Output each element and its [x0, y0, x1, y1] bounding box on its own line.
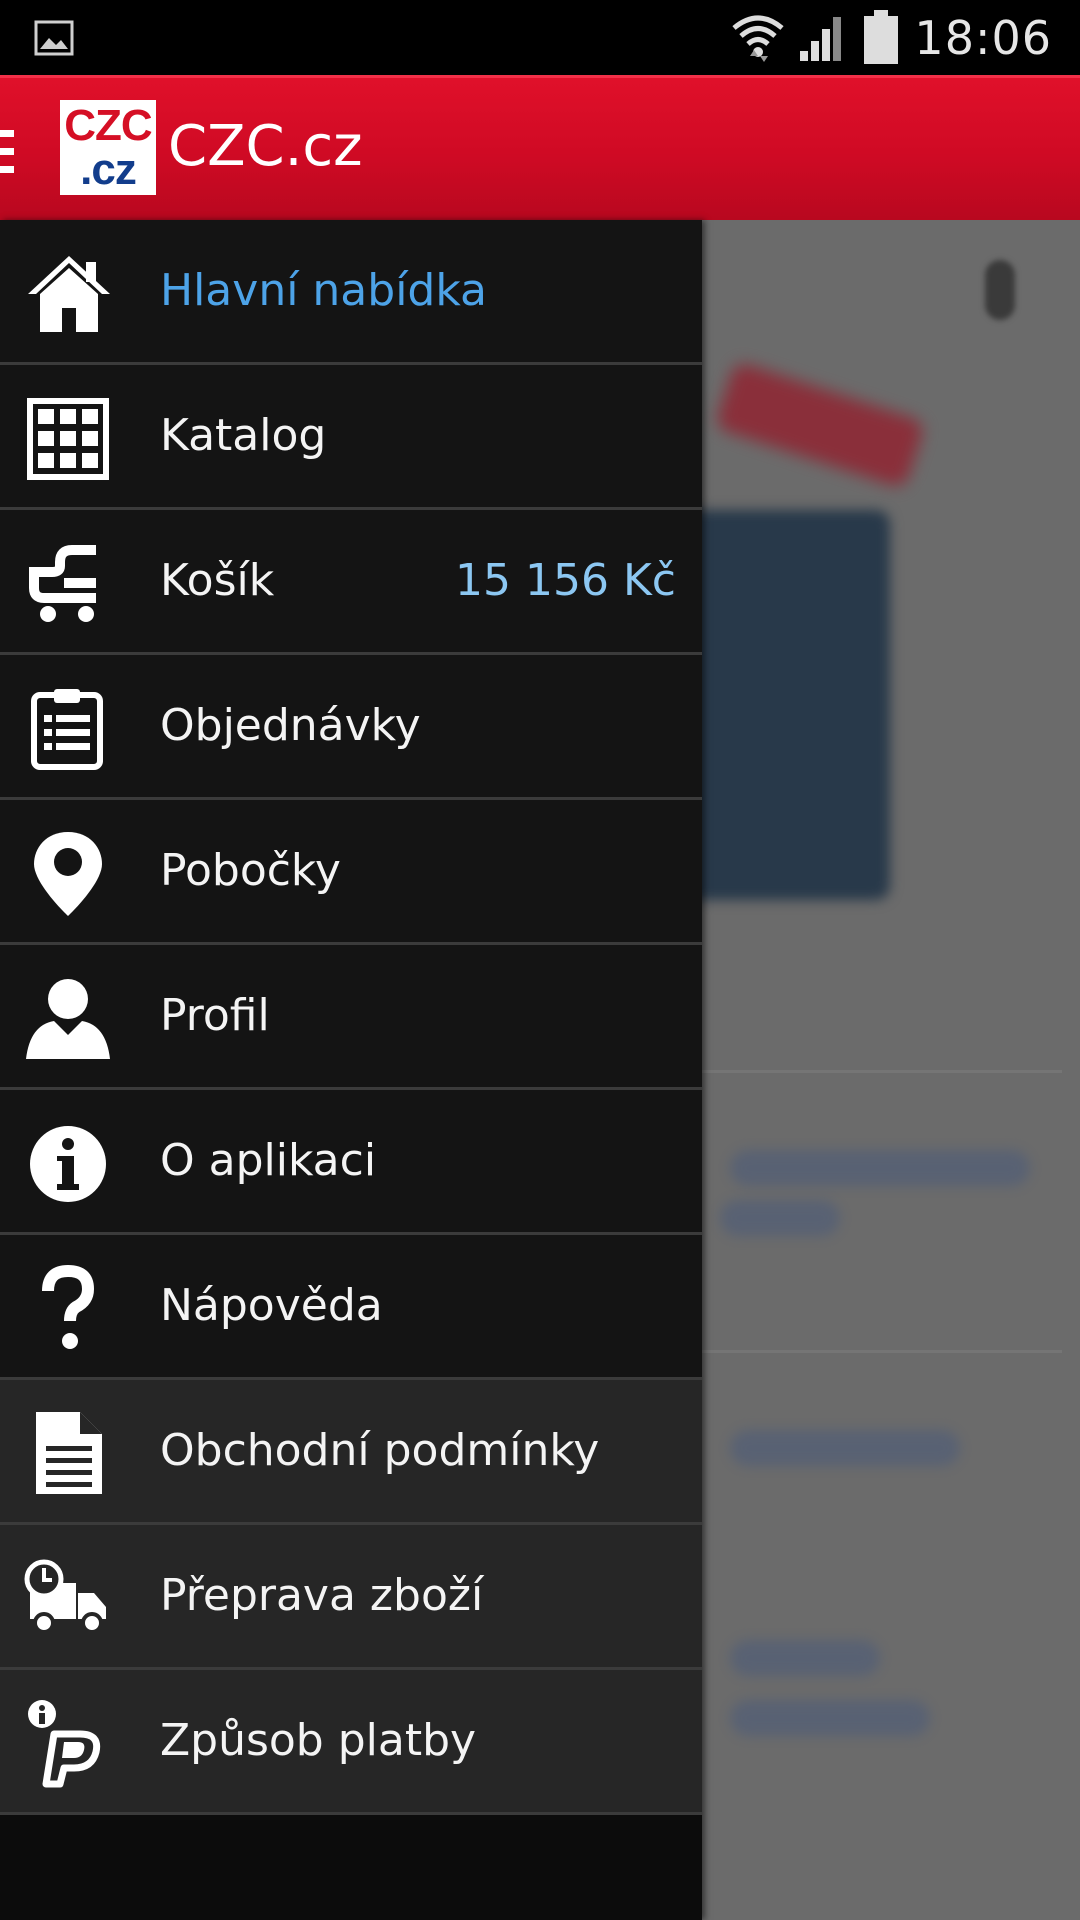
app-bar: CZC .cz CZC.cz	[0, 75, 1080, 220]
delivery-truck-icon	[24, 1559, 106, 1634]
background-text-line	[730, 1640, 880, 1676]
background-badge	[714, 360, 926, 490]
status-time: 18:06	[914, 10, 1052, 65]
grid-icon	[27, 398, 109, 480]
drawer-item-label: Obchodní podmínky	[160, 1425, 600, 1476]
wifi-icon	[732, 15, 785, 62]
drawer-item-branches[interactable]: Pobočky	[0, 800, 702, 945]
clipboard-icon	[31, 689, 103, 770]
payment-icon	[28, 1700, 101, 1788]
background-text-line	[730, 1700, 930, 1736]
home-icon	[28, 256, 110, 332]
drawer-item-profile[interactable]: Profil	[0, 945, 702, 1090]
signal-icon	[800, 16, 842, 61]
drawer-item-cart[interactable]: Košík 15 156 Kč	[0, 510, 702, 655]
drawer-item-label: Způsob platby	[160, 1715, 477, 1766]
image-notification-icon	[34, 20, 74, 56]
drawer-item-catalog[interactable]: Katalog	[0, 365, 702, 510]
drawer-toggle-icon[interactable]	[0, 130, 14, 174]
status-bar: 18:06	[0, 0, 1080, 75]
cart-icon	[29, 545, 96, 622]
battery-icon	[864, 9, 899, 64]
drawer-item-label: Hlavní nabídka	[160, 265, 488, 316]
drawer-item-shipping[interactable]: Přeprava zboží	[0, 1525, 702, 1670]
drawer-item-home[interactable]: Hlavní nabídka	[0, 220, 702, 365]
help-icon	[42, 1264, 95, 1349]
cart-total: 15 156 Kč	[455, 555, 676, 606]
drawer-item-label: Objednávky	[160, 700, 421, 751]
drawer-item-orders[interactable]: Objednávky	[0, 655, 702, 800]
drawer-item-label: Katalog	[160, 410, 327, 461]
background-divider	[702, 1350, 1062, 1353]
drawer-item-about[interactable]: O aplikaci	[0, 1090, 702, 1235]
background-divider	[702, 1070, 1062, 1073]
drawer-item-label: O aplikaci	[160, 1135, 377, 1186]
app-title: CZC.cz	[168, 114, 363, 179]
logo-text-top: CZC	[64, 100, 152, 150]
info-icon	[30, 1126, 106, 1202]
drawer-item-payment[interactable]: Způsob platby	[0, 1670, 702, 1815]
drawer-item-label: Pobočky	[160, 845, 341, 896]
drawer-item-help[interactable]: Nápověda	[0, 1235, 702, 1380]
background-mic-icon	[985, 260, 1015, 320]
location-pin-icon	[34, 832, 102, 916]
drawer-item-label: Přeprava zboží	[160, 1570, 484, 1621]
drawer-item-terms[interactable]: Obchodní podmínky	[0, 1380, 702, 1525]
background-text-line	[730, 1430, 960, 1466]
drawer-item-label: Profil	[160, 990, 270, 1041]
background-text-line	[730, 1150, 1030, 1186]
user-icon	[26, 979, 110, 1059]
logo-text-bottom: .cz	[80, 144, 137, 194]
czc-logo[interactable]: CZC .cz	[60, 100, 156, 195]
navigation-drawer: Hlavní nabídka Katalog Košík 15 156 Kč O…	[0, 220, 702, 1920]
background-text-line	[720, 1200, 840, 1236]
drawer-item-label: Nápověda	[160, 1280, 383, 1331]
document-icon	[36, 1412, 102, 1494]
drawer-item-label: Košík	[160, 555, 275, 606]
